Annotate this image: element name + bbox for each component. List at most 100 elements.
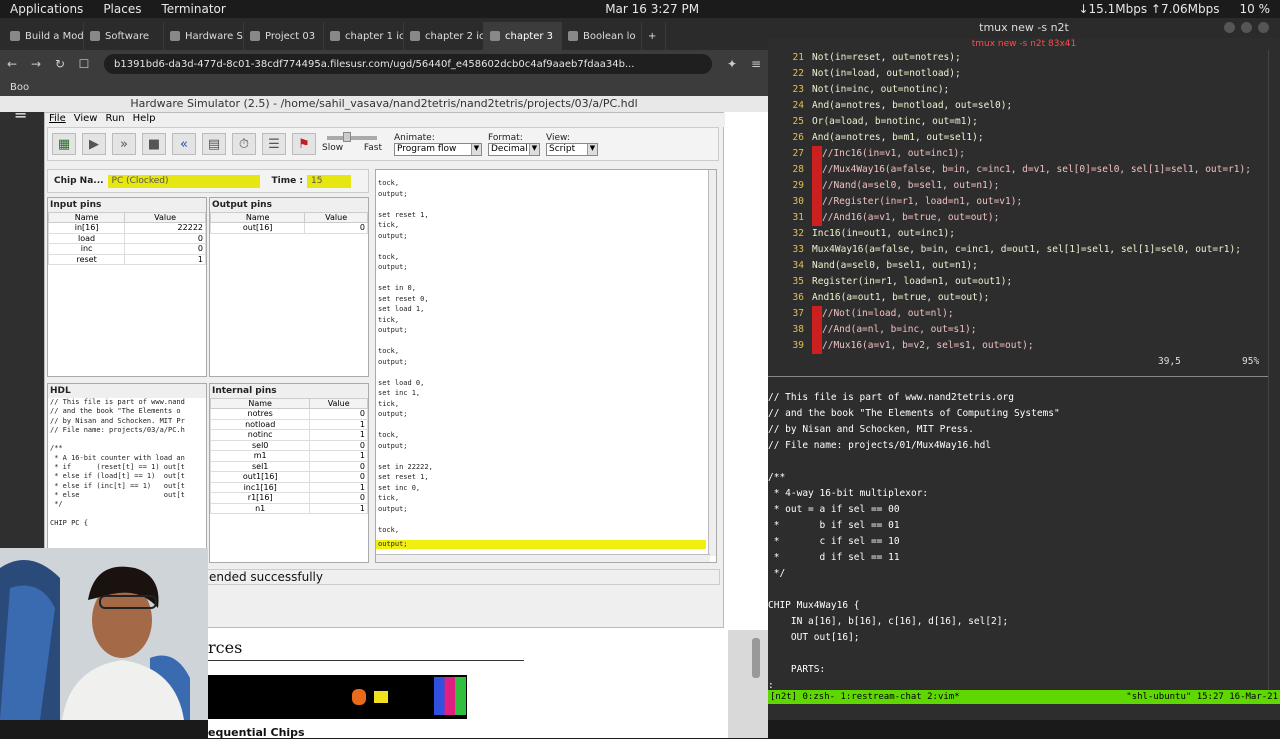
clock-icon[interactable]: ⏱ <box>232 133 256 155</box>
pin-value[interactable]: 22222 <box>124 222 206 234</box>
speed-slider[interactable]: Slow Fast <box>322 131 382 153</box>
pin-row[interactable]: sel0 0 <box>209 439 368 451</box>
pin-value[interactable]: 0 <box>309 460 368 472</box>
pin-value[interactable]: 1 <box>309 502 368 514</box>
browser-tab[interactable]: Project 03 <box>244 22 324 50</box>
pin-row[interactable]: out[16] 0 <box>209 222 368 234</box>
url-field[interactable]: b1391bd6-da3d-477d-8c01-38cdf774495a.fil… <box>104 54 712 74</box>
text-line: * b if sel == 01 <box>768 520 900 531</box>
single-step-icon[interactable]: ▶ <box>82 133 106 155</box>
pin-value[interactable]: 0 <box>309 439 368 451</box>
page-scrollbar[interactable] <box>752 638 760 678</box>
col-name: Name <box>209 398 311 409</box>
slider-track[interactable] <box>327 131 377 142</box>
vim-line: 30 //Register(in=r1, load=n1, out=v1); <box>768 194 1268 210</box>
pin-row[interactable]: inc 0 <box>47 243 206 255</box>
pin-value[interactable]: 0 <box>304 222 368 234</box>
forward-icon[interactable]: → <box>24 57 48 71</box>
extensions-icon[interactable]: ✦ <box>720 57 744 71</box>
browser-tab[interactable]: chapter 3 <box>484 22 562 50</box>
clock[interactable]: Mar 16 3:27 PM <box>595 2 709 16</box>
pin-row[interactable]: in[16] 22222 <box>47 222 206 234</box>
less-pane[interactable]: // This file is part of www.nand2tetris.… <box>768 390 1268 691</box>
terminal-scrollbar[interactable] <box>1268 50 1280 690</box>
pin-row[interactable]: n1 1 <box>209 502 368 514</box>
code-text: Mux4Way16(a=false, b=in, c=inc1, d=out1,… <box>812 244 1241 255</box>
person-video <box>0 548 208 720</box>
eval-icon[interactable]: ▤ <box>202 133 226 155</box>
vim-pane[interactable]: 21 Not(in=reset, out=notres); 22 Not(in=loa… <box>768 50 1268 390</box>
pin-row[interactable]: notinc 1 <box>209 429 368 441</box>
status-message: ended successfully <box>206 569 720 585</box>
pin-row[interactable]: m1 1 <box>209 450 368 462</box>
pin-value[interactable]: 1 <box>309 481 368 493</box>
pin-row[interactable]: reset 1 <box>47 253 206 265</box>
code-text: Not(in=load, out=notload); <box>812 68 961 79</box>
applications-menu[interactable]: Applications <box>0 2 93 16</box>
reload-icon[interactable]: ↻ <box>48 57 72 71</box>
script-text[interactable]: tock, output; set reset 1, tick, output;… <box>376 170 716 538</box>
time-label: Time : <box>271 176 303 186</box>
menu-view[interactable]: View <box>74 113 98 127</box>
pin-row[interactable]: r1[16] 0 <box>209 492 368 504</box>
pin-value[interactable]: 1 <box>309 450 368 462</box>
bookmark-icon[interactable]: ☐ <box>72 57 96 71</box>
pin-value[interactable]: 0 <box>124 243 206 255</box>
tmux-windows[interactable]: [n2t] 0:zsh- 1:restream-chat 2:vim* <box>770 690 960 704</box>
menu-file[interactable]: File <box>49 113 66 127</box>
menu-icon[interactable]: ≡ <box>744 57 768 71</box>
pin-row[interactable]: load 0 <box>47 232 206 244</box>
pin-value[interactable]: 1 <box>124 253 206 265</box>
pin-value[interactable]: 0 <box>124 232 206 244</box>
page-subheading: equential Chips <box>208 726 305 739</box>
script-panel: tock, output; set reset 1, tick, output;… <box>375 169 717 563</box>
pin-row[interactable]: notres 0 <box>209 408 368 420</box>
minimize-icon[interactable] <box>1224 22 1235 33</box>
text-line <box>768 646 1268 662</box>
terminator-menu[interactable]: Terminator <box>151 2 235 16</box>
pin-value[interactable]: 0 <box>309 492 368 504</box>
browser-tab[interactable]: Boolean lo <box>562 22 642 50</box>
slider-thumb[interactable] <box>343 131 351 142</box>
browser-tab[interactable]: Software <box>84 22 164 50</box>
stop-icon[interactable]: ■ <box>142 133 166 155</box>
back-icon[interactable]: ← <box>0 57 24 71</box>
fast-forward-icon[interactable]: » <box>112 133 136 155</box>
close-icon[interactable] <box>1258 22 1269 33</box>
script-vscrollbar[interactable] <box>708 170 716 556</box>
pin-value[interactable]: 0 <box>309 471 368 483</box>
pin-row[interactable]: notload 1 <box>209 418 368 430</box>
time-value: 15 <box>307 174 351 188</box>
battery-indicator[interactable]: 10 % <box>1230 2 1280 16</box>
breakpoint-icon[interactable]: ⚑ <box>292 133 316 155</box>
view-select[interactable]: Script ▼ <box>546 142 598 156</box>
format-select[interactable]: Decimal ▼ <box>488 142 540 156</box>
pin-row[interactable]: out1[16] 0 <box>209 471 368 483</box>
pin-row[interactable]: inc1[16] 1 <box>209 481 368 493</box>
vim-percent: 95% <box>1242 356 1260 367</box>
script-current-line[interactable]: output; <box>376 540 706 549</box>
new-tab-button[interactable]: + <box>642 22 666 50</box>
pin-value[interactable]: 1 <box>309 429 368 441</box>
rewind-icon[interactable]: « <box>172 133 196 155</box>
menu-run[interactable]: Run <box>105 113 124 127</box>
pin-name: notload <box>209 418 311 430</box>
script-icon[interactable]: ☰ <box>262 133 286 155</box>
pin-value[interactable]: 1 <box>309 418 368 430</box>
text-line: */ <box>768 568 786 579</box>
bookmark-folder[interactable]: Boo <box>10 82 29 93</box>
browser-tab[interactable]: Hardware S <box>164 22 244 50</box>
places-menu[interactable]: Places <box>93 2 151 16</box>
script-hscrollbar[interactable] <box>376 554 710 562</box>
hdl-code[interactable]: // This file is part of www.nand // and … <box>48 398 206 548</box>
pin-row[interactable]: sel1 0 <box>209 460 368 472</box>
tmux-statusbar: [n2t] 0:zsh- 1:restream-chat 2:vim* "shl… <box>768 690 1280 704</box>
browser-tab[interactable]: chapter 1 ic <box>324 22 404 50</box>
browser-tab[interactable]: Build a Mod <box>4 22 84 50</box>
animate-select[interactable]: Program flow ▼ <box>394 142 482 156</box>
pin-value[interactable]: 0 <box>309 408 368 420</box>
maximize-icon[interactable] <box>1241 22 1252 33</box>
load-chip-icon[interactable]: ▦ <box>52 133 76 155</box>
browser-tab[interactable]: chapter 2 ic <box>404 22 484 50</box>
menu-help[interactable]: Help <box>133 113 156 127</box>
